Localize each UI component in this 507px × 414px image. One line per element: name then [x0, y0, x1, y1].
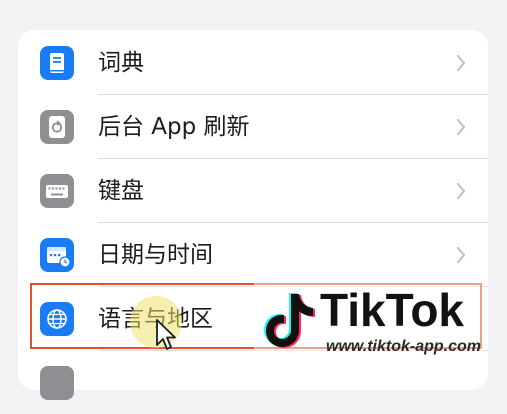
settings-row-keyboard[interactable]: 键盘 [18, 160, 488, 222]
settings-icon [40, 366, 74, 400]
background-refresh-icon [40, 110, 74, 144]
divider [98, 222, 488, 223]
chevron-right-icon [456, 183, 466, 199]
divider [98, 94, 488, 95]
tiktok-logo-icon [264, 293, 315, 348]
pointer-cursor-icon [156, 319, 176, 350]
chevron-right-icon [456, 247, 466, 263]
keyboard-icon [40, 174, 74, 208]
date-time-icon [40, 238, 74, 272]
watermark-name: TikTok [320, 284, 464, 336]
settings-row-label: 键盘 [98, 178, 144, 204]
chevron-right-icon [456, 119, 466, 135]
settings-row-dictionary[interactable]: 词典 [18, 32, 488, 94]
dictionary-icon [40, 46, 74, 80]
divider [98, 158, 488, 159]
settings-row-background-refresh[interactable]: 后台 App 刷新 [18, 96, 488, 158]
watermark-url: www.tiktok-app.com [326, 338, 481, 355]
settings-row-label: 词典 [98, 50, 144, 76]
settings-row-label: 日期与时间 [98, 242, 213, 268]
chevron-right-icon [456, 55, 466, 71]
settings-row-date-time[interactable]: 日期与时间 [18, 224, 488, 286]
settings-row-label: 后台 App 刷新 [98, 114, 250, 140]
